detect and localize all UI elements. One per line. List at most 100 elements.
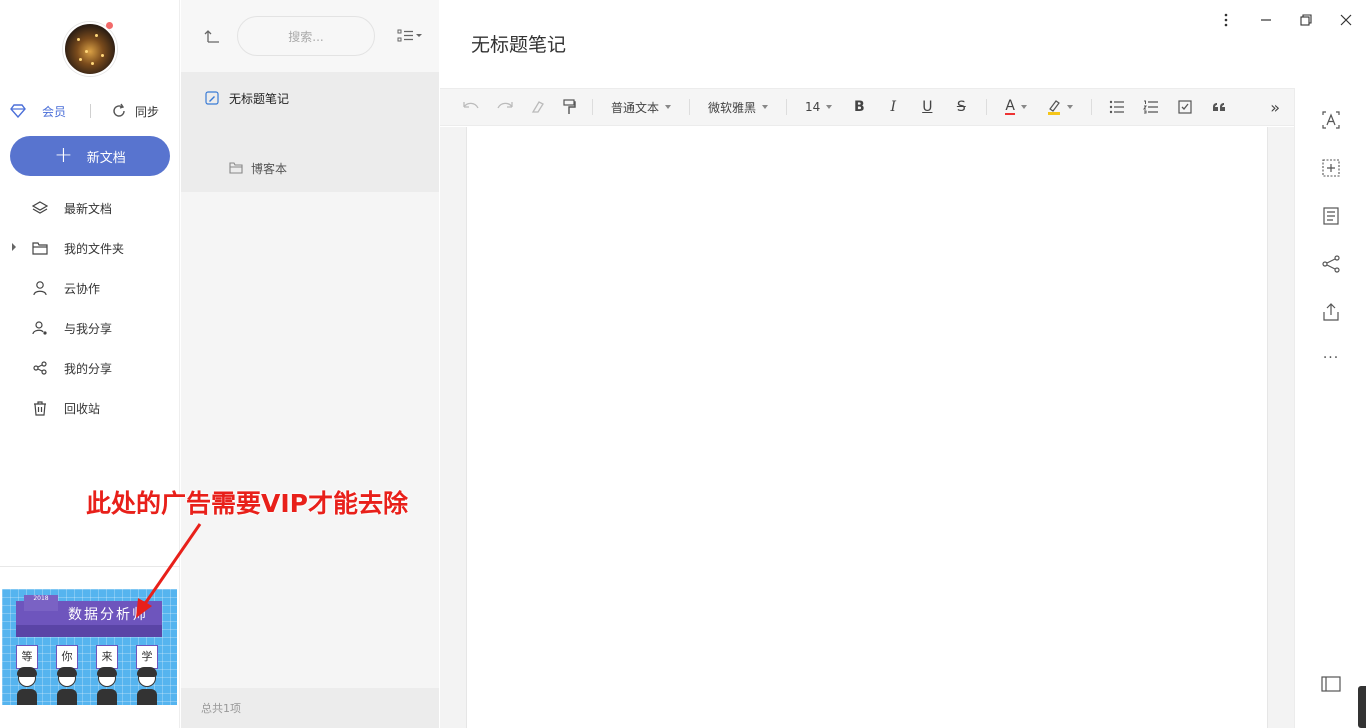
ad-card: 你 <box>56 645 78 669</box>
new-doc-label: 新文档 <box>86 150 126 166</box>
clear-format-button[interactable] <box>522 88 554 126</box>
sidebar-item-label: 我的分享 <box>64 361 113 376</box>
sidebar-item-shared-with-me[interactable]: 与我分享 <box>0 308 180 348</box>
ad-card: 等 <box>16 645 38 669</box>
divider <box>90 104 92 118</box>
expand-caret-icon[interactable] <box>12 243 16 251</box>
redo-button[interactable] <box>488 88 522 126</box>
sidebar-item-trash[interactable]: 回收站 <box>0 388 180 428</box>
vip-label: 会员 <box>42 104 67 119</box>
ad-year-text: 2018 <box>33 595 49 602</box>
eraser-icon <box>531 101 544 113</box>
toggle-sidebar-button[interactable] <box>1321 674 1341 694</box>
highlight-dropdown[interactable] <box>1037 88 1083 126</box>
list-item-notebook[interactable]: 博客本 <box>229 158 287 178</box>
text-format-button[interactable] <box>1321 110 1341 130</box>
vip-button[interactable]: 会员 <box>10 103 66 120</box>
chevron-down-icon <box>826 105 833 109</box>
sync-button[interactable]: 同步 <box>111 103 159 120</box>
font-size-dropdown[interactable]: 14 <box>795 88 842 126</box>
scrollbar-handle[interactable] <box>1358 686 1366 728</box>
text-box-icon <box>1322 111 1340 129</box>
undo-button[interactable] <box>440 88 488 126</box>
ad-figure <box>15 667 39 705</box>
format-painter-button[interactable] <box>554 88 584 126</box>
sidebar-item-label: 云协作 <box>64 281 101 296</box>
document-page[interactable] <box>466 127 1268 728</box>
paragraph-style-value: 普通文本 <box>611 100 660 115</box>
annotation-label: 此处的广告需要VIP才能去除 <box>86 489 408 518</box>
annotation-arrow-icon <box>136 523 202 618</box>
share-button[interactable] <box>1321 254 1341 274</box>
search-input[interactable]: 搜索... <box>237 16 375 56</box>
list-item-note[interactable]: 无标题笔记 <box>205 88 289 108</box>
document-icon <box>1323 207 1339 225</box>
new-doc-button[interactable]: + 新文档 <box>10 136 170 176</box>
font-family-dropdown[interactable]: 微软雅黑 <box>698 88 778 126</box>
sidebar-item-recent[interactable]: 最新文档 <box>0 188 180 228</box>
toolbar-divider <box>592 99 593 115</box>
ad-figure <box>95 667 119 705</box>
checkbox-icon <box>1178 100 1192 114</box>
bold-button[interactable]: B <box>842 88 876 126</box>
sidebar-item-my-folders[interactable]: 我的文件夹 <box>0 228 180 268</box>
note-list: 无标题笔记 博客本 <box>181 72 439 192</box>
undo-icon <box>463 102 479 109</box>
export-button[interactable] <box>1321 302 1341 322</box>
more-tools-button[interactable]: » <box>1262 88 1294 126</box>
item-count: 总共1项 <box>201 702 241 715</box>
user-share-icon <box>32 321 47 335</box>
font-color-dropdown[interactable]: A <box>995 88 1037 126</box>
minimize-button[interactable] <box>1246 0 1286 40</box>
toolbar-divider <box>689 99 691 115</box>
sidebar-item-cloud-collab[interactable]: 云协作 <box>0 268 180 308</box>
menu-button[interactable] <box>1206 0 1246 40</box>
insert-box-icon <box>1322 159 1340 177</box>
font-size-value: 14 <box>805 100 821 114</box>
bullet-list-icon <box>1109 100 1124 114</box>
more-button[interactable]: ··· <box>1321 348 1341 368</box>
underline-icon: U <box>922 99 933 115</box>
toolbar-divider <box>786 99 788 115</box>
bullet-list-button[interactable] <box>1100 88 1134 126</box>
ad-card-text: 你 <box>61 650 73 663</box>
quote-button[interactable] <box>1202 88 1236 126</box>
document-canvas <box>440 127 1294 728</box>
italic-button[interactable]: I <box>876 88 910 126</box>
trash-icon <box>34 401 46 416</box>
outline-button[interactable] <box>1321 206 1341 226</box>
chevron-down-icon <box>665 105 672 109</box>
plus-icon: + <box>54 143 73 168</box>
note-title[interactable]: 无标题笔记 <box>471 30 566 57</box>
numbered-list-icon <box>1142 100 1158 114</box>
sidebar-panel-icon <box>1321 676 1341 692</box>
ad-figure <box>55 667 79 705</box>
avatar[interactable] <box>63 22 117 76</box>
sidebar-item-my-shares[interactable]: 我的分享 <box>0 348 180 388</box>
share-icon <box>33 361 47 375</box>
restore-button[interactable] <box>1286 0 1326 40</box>
annotation-text: 此处的广告需要VIP才能去除 <box>86 484 408 520</box>
insert-button[interactable] <box>1321 158 1341 178</box>
font-color-icon: A <box>1005 98 1015 115</box>
vip-sync-row: 会员 同步 <box>10 100 170 122</box>
toolbar-divider <box>1090 99 1092 115</box>
list-view-icon[interactable] <box>397 27 423 45</box>
redo-icon <box>497 102 513 109</box>
layers-icon <box>32 201 48 214</box>
note-title-text: 无标题笔记 <box>471 34 567 56</box>
paragraph-style-dropdown[interactable]: 普通文本 <box>601 88 681 126</box>
font-family-value: 微软雅黑 <box>708 100 757 115</box>
numbered-list-button[interactable] <box>1134 88 1168 126</box>
underline-button[interactable]: U <box>910 88 944 126</box>
list-item-label: 博客本 <box>251 161 288 176</box>
sidebar-item-label: 最新文档 <box>64 201 113 216</box>
close-button[interactable] <box>1326 0 1366 40</box>
strikethrough-button[interactable]: S <box>944 88 978 126</box>
sidebar-item-label: 我的文件夹 <box>64 241 125 256</box>
highlighter-icon <box>1047 100 1060 115</box>
up-level-icon[interactable] <box>203 27 221 45</box>
ad-card-text: 等 <box>21 650 33 663</box>
checklist-button[interactable] <box>1168 88 1202 126</box>
sidebar-item-label: 回收站 <box>64 401 101 416</box>
